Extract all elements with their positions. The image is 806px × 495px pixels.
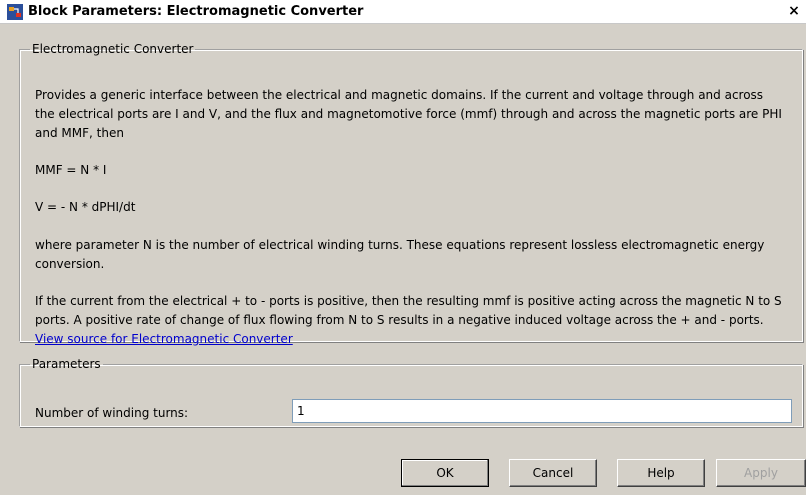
- simulink-block-icon: [7, 4, 23, 20]
- close-icon[interactable]: ×: [786, 3, 802, 19]
- description-paragraph-parameter: where parameter N is the number of elect…: [35, 238, 765, 271]
- description-paragraph-sign: If the current from the electrical + to …: [35, 294, 782, 327]
- equation-voltage: V = - N * dPHI/dt: [35, 200, 136, 214]
- block-parameters-dialog: Block Parameters: Electromagnetic Conver…: [0, 0, 806, 495]
- title-bar[interactable]: Block Parameters: Electromagnetic Conver…: [0, 0, 806, 24]
- ok-button[interactable]: OK: [401, 459, 489, 487]
- cancel-button[interactable]: Cancel: [509, 459, 597, 487]
- description-paragraph-intro: Provides a generic interface between the…: [35, 88, 782, 140]
- parameters-group: Parameters Number of winding turns:: [19, 357, 803, 427]
- help-button[interactable]: Help: [617, 459, 705, 487]
- view-source-link[interactable]: View source for Electromagnetic Converte…: [35, 330, 785, 349]
- window-title: Block Parameters: Electromagnetic Conver…: [28, 4, 364, 19]
- parameters-group-legend: Parameters: [32, 357, 101, 371]
- winding-turns-label: Number of winding turns:: [35, 406, 189, 420]
- description-group: Electromagnetic Converter Provides a gen…: [19, 42, 803, 346]
- description-group-legend: Electromagnetic Converter: [32, 42, 194, 56]
- winding-turns-input[interactable]: [292, 399, 792, 423]
- equation-mmf: MMF = N * I: [35, 163, 107, 177]
- apply-button[interactable]: Apply: [716, 459, 806, 487]
